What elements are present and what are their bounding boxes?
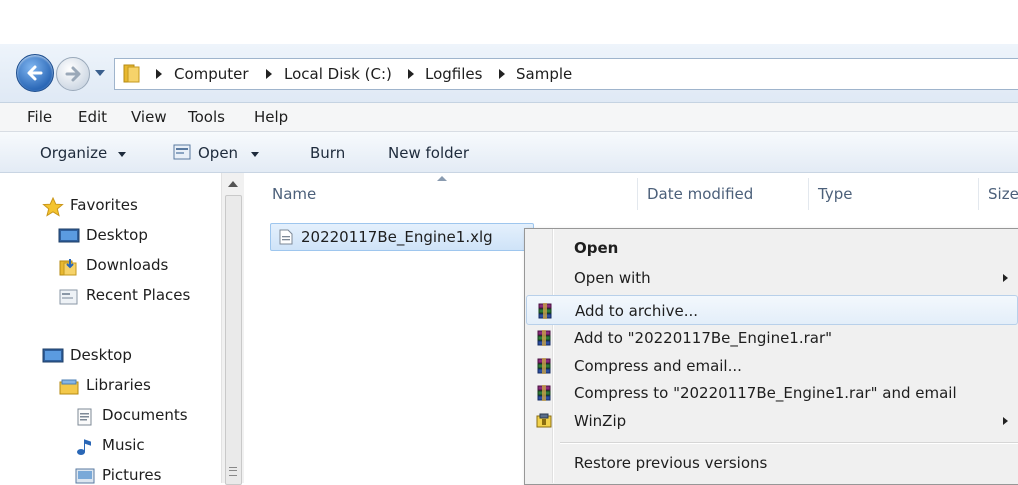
context-item-label: Open with <box>574 269 651 287</box>
context-item-label: Add to "20220117Be_Engine1.rar" <box>574 329 833 347</box>
open-dropdown-icon[interactable] <box>251 152 259 157</box>
file-name: 20220117Be_Engine1.xlg <box>301 228 493 246</box>
file-icon <box>279 229 293 245</box>
sort-ascending-icon <box>437 176 447 181</box>
winrar-icon <box>536 330 552 350</box>
forward-arrow-icon <box>65 66 81 82</box>
context-item-open-with[interactable]: Open with <box>526 263 1018 293</box>
open-file-icon <box>173 144 191 160</box>
menu-view[interactable]: View <box>131 108 167 126</box>
context-item-add-to-20220117be-engine1-rar[interactable]: Add to "20220117Be_Engine1.rar" <box>526 323 1018 353</box>
winrar-icon <box>536 358 552 378</box>
pictures-icon <box>75 468 95 484</box>
organize-button[interactable]: Organize <box>40 144 107 162</box>
organize-dropdown-icon[interactable] <box>118 152 126 157</box>
folder-icon <box>123 64 140 83</box>
column-separator[interactable] <box>637 178 638 210</box>
libraries-icon <box>59 379 79 395</box>
downloads-folder-icon <box>59 259 77 276</box>
desktop-icon <box>58 228 80 243</box>
menu-file[interactable]: File <box>27 108 52 126</box>
breadcrumb-computer[interactable]: Computer <box>174 65 249 83</box>
navigation-scrollbar[interactable] <box>221 173 244 485</box>
documents-icon <box>77 408 92 426</box>
context-item-add-to-archive[interactable]: Add to archive... <box>526 295 1018 325</box>
context-item-label: Open <box>574 239 619 257</box>
breadcrumb-logfiles[interactable]: Logfiles <box>425 65 482 83</box>
star-icon <box>42 197 64 217</box>
forward-button[interactable] <box>56 57 90 91</box>
window-top <box>0 0 1018 44</box>
new-folder-button[interactable]: New folder <box>388 144 469 162</box>
context-item-label: Restore previous versions <box>574 454 768 472</box>
winrar-icon <box>536 385 552 405</box>
menu-edit[interactable]: Edit <box>78 108 107 126</box>
open-button[interactable]: Open <box>198 144 238 162</box>
breadcrumb-separator-icon[interactable] <box>266 69 272 79</box>
scroll-thumb[interactable] <box>225 195 242 485</box>
context-item-open[interactable]: Open <box>526 233 1018 263</box>
context-item-label: WinZip <box>574 412 627 430</box>
context-item-restore-previous-versions[interactable]: Restore previous versions <box>526 448 1018 478</box>
breadcrumb-sample[interactable]: Sample <box>516 65 572 83</box>
submenu-arrow-icon <box>1003 417 1008 425</box>
context-item-compress-to-20220117be-engine1-rar-and-email[interactable]: Compress to "20220117Be_Engine1.rar" and… <box>526 378 1018 408</box>
file-item[interactable]: 20220117Be_Engine1.xlg <box>270 223 534 251</box>
context-item-label: Compress and email... <box>574 357 742 375</box>
context-item-label: Compress to "20220117Be_Engine1.rar" and… <box>574 384 957 402</box>
breadcrumb-separator-icon[interactable] <box>156 69 162 79</box>
column-type[interactable]: Type <box>818 185 852 203</box>
music-note-icon <box>77 439 91 455</box>
menu-tools[interactable]: Tools <box>188 108 225 126</box>
column-size[interactable]: Size <box>988 185 1018 203</box>
submenu-arrow-icon <box>1003 274 1008 282</box>
winrar-icon <box>537 303 553 323</box>
context-item-winzip[interactable]: WinZip <box>526 406 1018 436</box>
scroll-up-icon[interactable] <box>228 181 238 187</box>
column-date-modified[interactable]: Date modified <box>647 185 753 203</box>
column-separator[interactable] <box>978 178 979 210</box>
menu-help[interactable]: Help <box>254 108 288 126</box>
breadcrumb-separator-icon[interactable] <box>408 69 414 79</box>
context-item-compress-and-email[interactable]: Compress and email... <box>526 351 1018 381</box>
breadcrumb-local-disk[interactable]: Local Disk (C:) <box>284 65 392 83</box>
column-separator[interactable] <box>808 178 809 210</box>
winzip-icon <box>536 413 552 433</box>
recent-places-icon <box>59 289 78 305</box>
burn-button[interactable]: Burn <box>310 144 345 162</box>
scroll-grip-icon <box>229 467 237 476</box>
recent-pages-dropdown-icon[interactable] <box>95 70 105 76</box>
column-name[interactable]: Name <box>272 185 316 203</box>
command-bar <box>0 132 1018 173</box>
desktop-icon <box>42 348 64 363</box>
context-item-label: Add to archive... <box>575 302 698 320</box>
context-menu-separator-highlight <box>560 443 1018 444</box>
back-button[interactable] <box>16 54 54 92</box>
breadcrumb-separator-icon[interactable] <box>499 69 505 79</box>
back-arrow-icon <box>27 65 43 81</box>
